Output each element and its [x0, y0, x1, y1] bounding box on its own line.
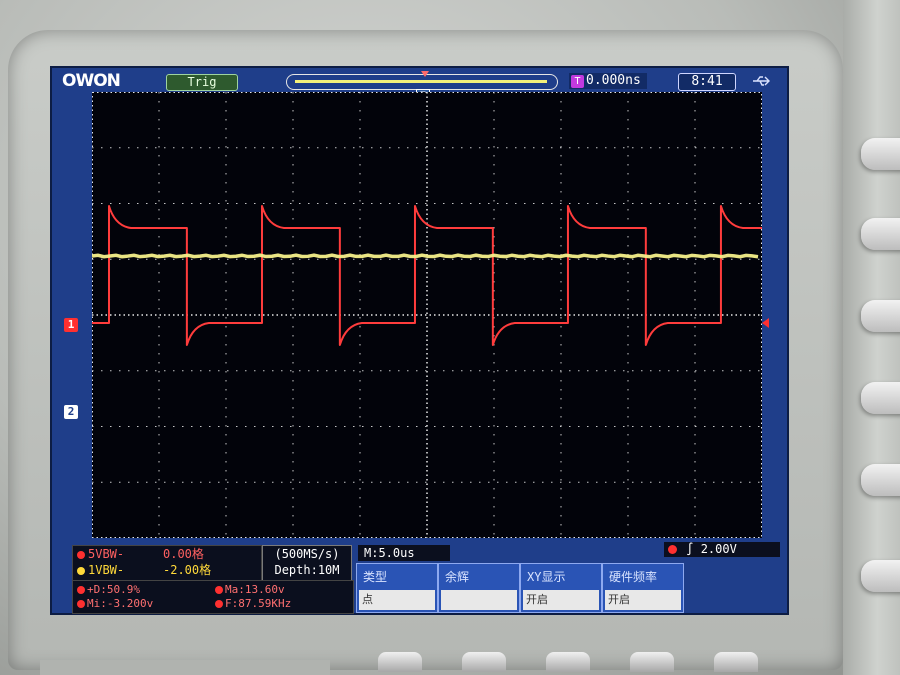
softkey-hw-frequency-value: 开启 [605, 590, 681, 610]
waveform-graticule [92, 92, 762, 538]
trigger-source-dot-icon [668, 545, 677, 554]
time-position-icon: T [571, 75, 584, 88]
softkey-persistence-label: 余辉 [445, 570, 470, 584]
ch1-offset: 0.00格 [163, 547, 204, 561]
ch2-ground-marker: 2 [64, 405, 78, 419]
menu-button-2[interactable] [861, 218, 900, 250]
measurement-duty: +D:50.9% [77, 583, 140, 597]
softkey-hw-frequency-label: 硬件频率 [609, 570, 658, 584]
measurement-max: Ma:13.60v [215, 583, 285, 597]
memory-position-marker-icon [421, 71, 429, 77]
ch2-offset: -2.00格 [163, 563, 212, 577]
menu-button-4[interactable] [861, 382, 900, 414]
trigger-level-value: 2.00V [700, 542, 737, 556]
softkey-xy-display-label: XY显示 [527, 570, 566, 584]
waveform-display[interactable] [92, 92, 762, 538]
timebase-readout: M:5.0us [358, 545, 450, 561]
menu-button-1[interactable] [861, 138, 900, 170]
front-button-3[interactable] [546, 652, 590, 672]
memory-position-fill [295, 80, 547, 83]
ch1-ground-marker: 1 [64, 318, 78, 332]
trigger-level-marker-icon [762, 318, 769, 328]
ch2-scale: 1VBW- [88, 563, 125, 577]
ch2-color-dot-icon [77, 566, 85, 575]
ch2-flat-trace [92, 253, 759, 259]
menu-button-5[interactable] [861, 464, 900, 496]
measurement-dot-icon [77, 600, 85, 608]
measurement-frequency-value: F:87.59KHz [225, 597, 292, 610]
softkey-type[interactable]: 类型 点 [356, 563, 438, 613]
measurement-min-value: Mi:-3.200v [87, 597, 154, 610]
softkey-persistence[interactable]: 余辉 [438, 563, 520, 613]
side-button-panel [843, 0, 900, 675]
trigger-readout: ∫ 2.00V [664, 542, 780, 557]
measurement-min: Mi:-3.200v [77, 597, 153, 611]
bottom-info-panel: 5VBW- 0.00格 1VBW- -2.00格 (500MS/s) Depth… [52, 542, 787, 614]
front-button-2[interactable] [462, 652, 506, 672]
memory-depth: Depth:10M [274, 563, 340, 577]
measurement-dot-icon [77, 586, 85, 594]
rising-edge-icon: ∫ [686, 542, 694, 556]
ch1-square-wave-trace [92, 205, 762, 346]
memory-position-bar[interactable] [286, 71, 558, 90]
trigger-status-badge: Trig [166, 74, 238, 91]
front-panel-strip [40, 660, 330, 675]
measurement-duty-value: +D:50.9% [87, 583, 140, 596]
measurement-frequency: F:87.59KHz [215, 597, 291, 611]
ch1-settings-row[interactable]: 5VBW- 0.00格 [73, 546, 261, 562]
sample-rate: (500MS/s) [274, 547, 340, 561]
horizontal-position-value: 0.000ns [586, 73, 641, 88]
ch2-settings-row[interactable]: 1VBW- -2.00格 [73, 562, 261, 578]
softkey-xy-display-value: 开启 [523, 590, 599, 610]
ch1-color-dot-icon [77, 550, 85, 559]
softkey-type-value: 点 [359, 590, 435, 610]
softkey-type-label: 类型 [363, 570, 388, 584]
oscilloscope-screen: OWON Trig T0.000ns 8:41 T 1 2 5VBW- 0.00… [50, 66, 789, 615]
channel-settings-box: 5VBW- 0.00格 1VBW- -2.00格 [72, 545, 262, 581]
usb-icon [751, 74, 773, 88]
measurement-box: +D:50.9% Ma:13.60v Mi:-3.200v F:87.59KHz [72, 580, 354, 614]
measurement-dot-icon [215, 586, 223, 594]
brand-logo: OWON [62, 71, 121, 91]
softkey-hw-frequency[interactable]: 硬件频率 开启 [602, 563, 684, 613]
softkey-menu: 类型 点 余辉 XY显示 开启 硬件频率 开启 [356, 563, 686, 613]
acquisition-box: (500MS/s) Depth:10M [262, 545, 352, 581]
ch1-scale: 5VBW- [88, 547, 125, 561]
measurement-max-value: Ma:13.60v [225, 583, 285, 596]
front-button-4[interactable] [630, 652, 674, 672]
front-button-5[interactable] [714, 652, 758, 672]
menu-button-3[interactable] [861, 300, 900, 332]
horizontal-position-readout: T 0.000ns [569, 73, 647, 89]
measurement-dot-icon [215, 600, 223, 608]
menu-off-button[interactable] [861, 560, 900, 592]
softkey-persistence-value [441, 590, 517, 610]
softkey-xy-display[interactable]: XY显示 开启 [520, 563, 602, 613]
front-button-1[interactable] [378, 652, 422, 672]
clock: 8:41 [678, 73, 736, 91]
